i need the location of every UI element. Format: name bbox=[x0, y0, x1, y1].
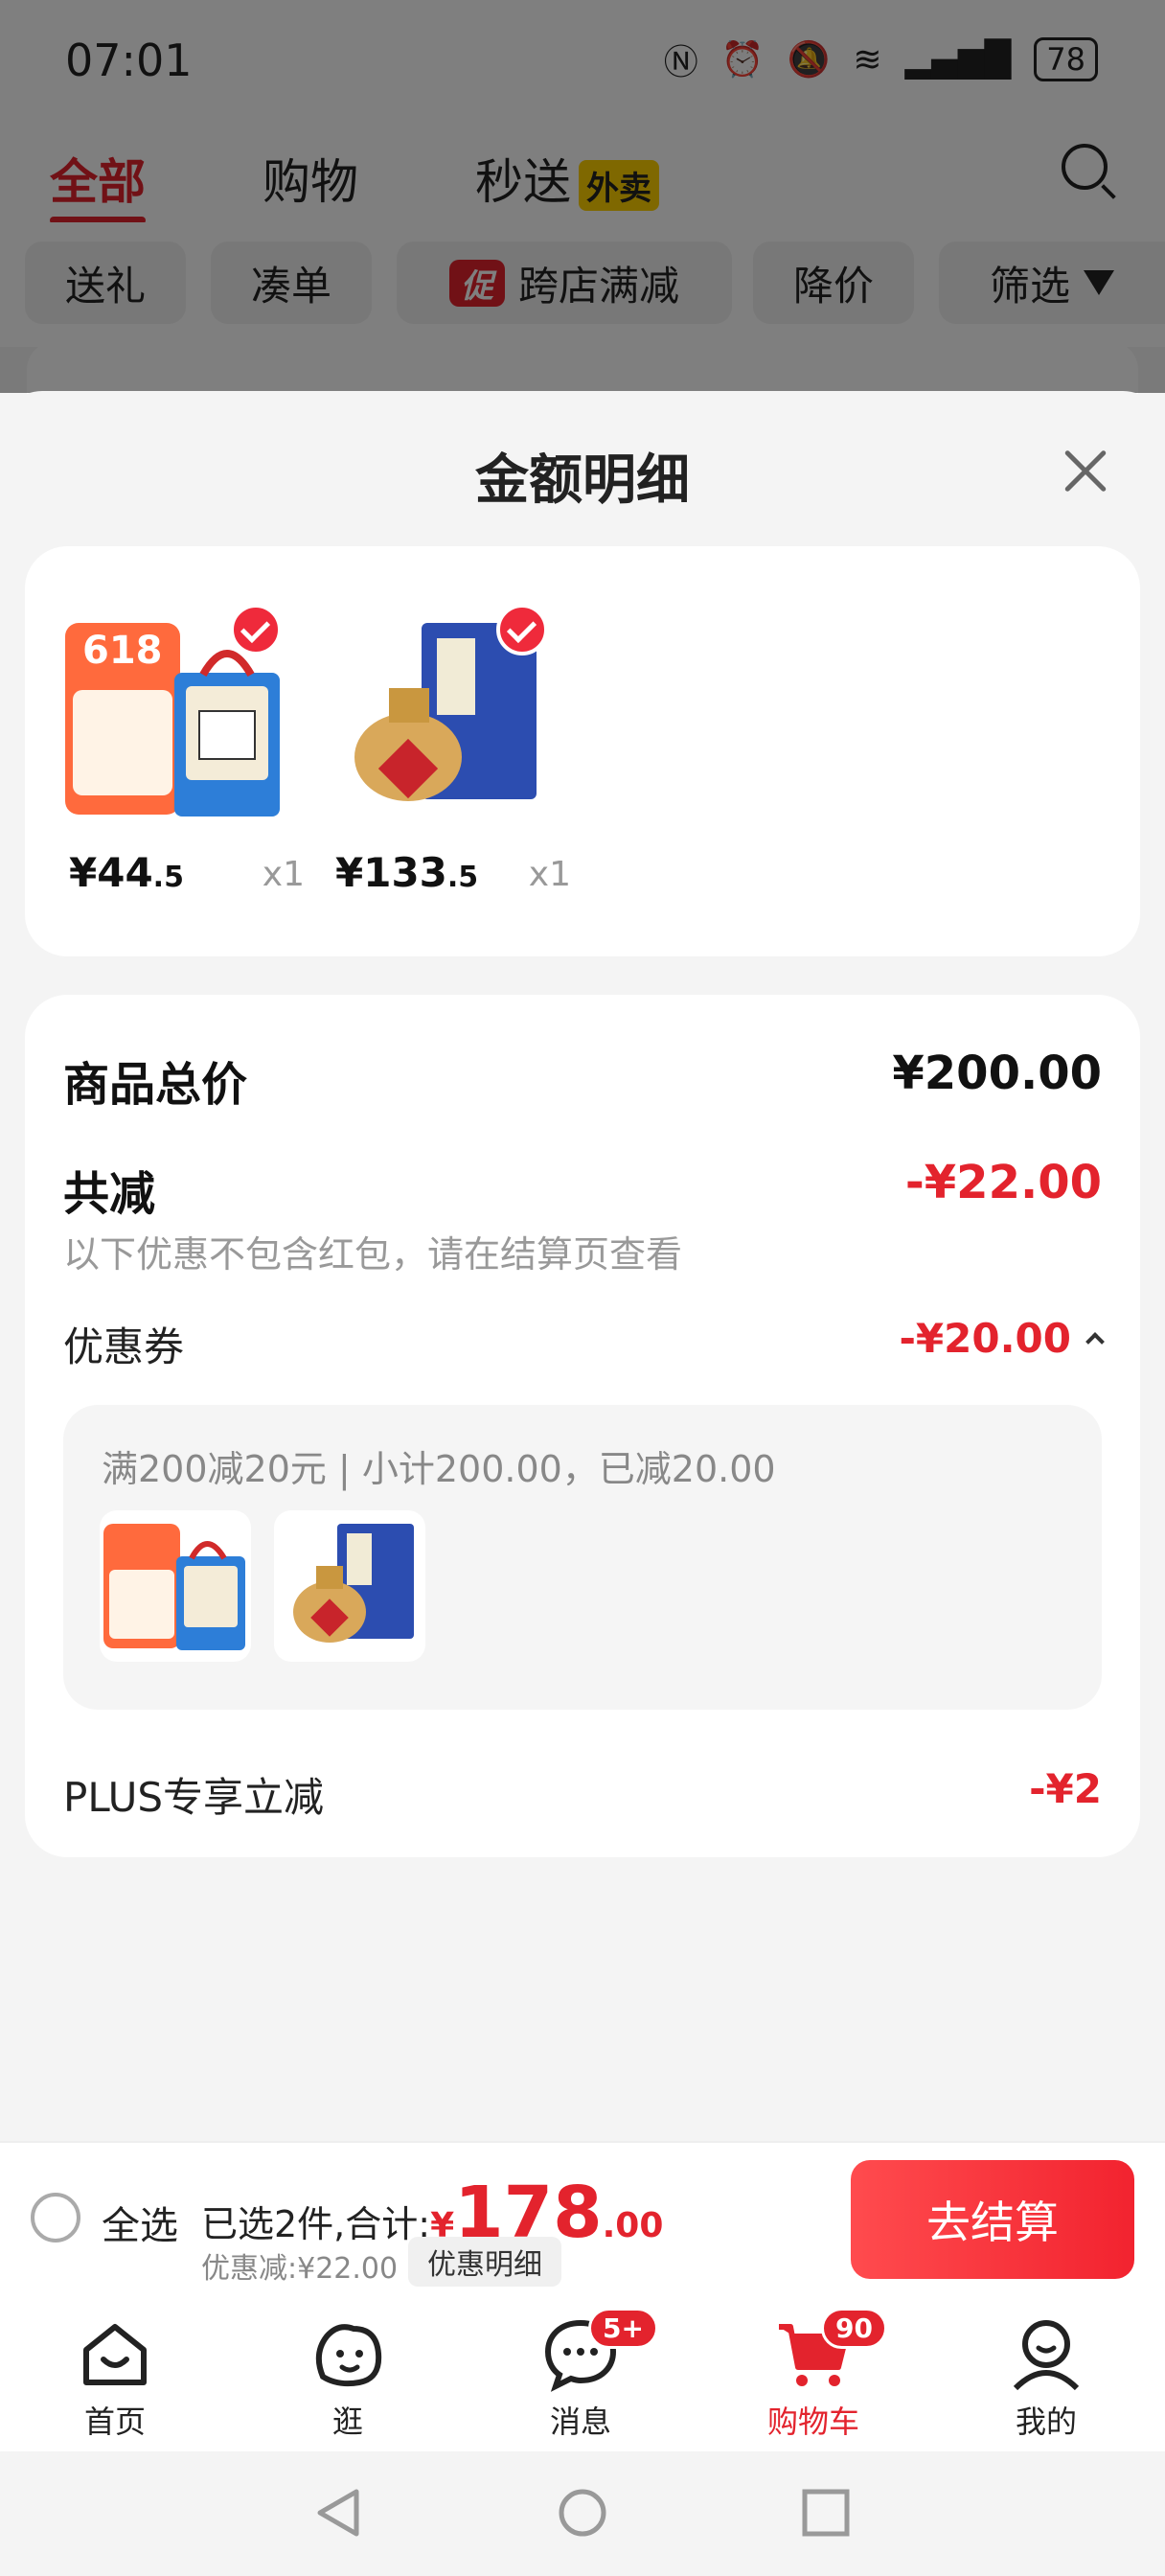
nav-messages[interactable]: 5+ 消息 bbox=[509, 2308, 658, 2442]
products-card: 618 ¥44.5 x1 ¥133.5 x1 bbox=[25, 546, 1140, 956]
cart-icon: 90 bbox=[775, 2308, 887, 2392]
svg-text:618: 618 bbox=[82, 629, 163, 673]
plus-discount-row: PLUS专享立减 -¥2 bbox=[63, 1765, 1102, 1824]
product-price: ¥133.5 bbox=[335, 849, 479, 896]
chevron-up-icon bbox=[1085, 1331, 1105, 1351]
total-reduce-label: 共减 bbox=[63, 1167, 156, 1221]
back-icon[interactable] bbox=[317, 2489, 359, 2537]
goods-total-label: 商品总价 bbox=[63, 1058, 248, 1112]
product-image-liquor bbox=[326, 604, 556, 824]
select-all-label[interactable]: 全选 bbox=[102, 2195, 178, 2250]
product-qty: x1 bbox=[262, 855, 305, 894]
goods-total-row: 商品总价 ¥200.00 bbox=[63, 1046, 1102, 1114]
browse-icon bbox=[309, 2315, 386, 2392]
amount-detail-sheet: 金额明细 618 ¥44.5 x1 ¥133.5 x1 商品总价 ¥200.00… bbox=[0, 391, 1165, 2141]
product-item[interactable]: ¥133.5 x1 bbox=[326, 604, 571, 896]
discount-detail-button[interactable]: 优惠明细 bbox=[408, 2237, 561, 2287]
coupon-product-thumb bbox=[100, 1510, 251, 1662]
close-icon[interactable] bbox=[1054, 441, 1115, 502]
total-reduce-value: -¥22.00 bbox=[904, 1156, 1102, 1209]
product-price: ¥44.5 bbox=[69, 849, 184, 896]
coupon-product-thumb bbox=[274, 1510, 425, 1662]
plus-discount-value: -¥2 bbox=[1029, 1765, 1102, 1812]
cart-badge: 90 bbox=[821, 2308, 887, 2349]
nav-mine[interactable]: 我的 bbox=[974, 2315, 1118, 2442]
coupon-row[interactable]: 优惠券 -¥20.00 bbox=[63, 1315, 1105, 1373]
recents-icon[interactable] bbox=[802, 2489, 850, 2537]
coupon-value: -¥20.00 bbox=[899, 1315, 1105, 1362]
coupon-detail-box: 满200减20元 | 小计200.00，已减20.00 bbox=[63, 1405, 1102, 1710]
message-icon: 5+ bbox=[542, 2308, 658, 2392]
nav-cart[interactable]: 90 购物车 bbox=[742, 2308, 887, 2442]
messages-badge: 5+ bbox=[588, 2308, 658, 2349]
total-reduce-row: 共减 -¥22.00 bbox=[63, 1156, 1102, 1223]
price-summary-card: 商品总价 ¥200.00 共减 -¥22.00 以下优惠不包含红包，请在结算页查… bbox=[25, 995, 1140, 1857]
plus-discount-label: PLUS专享立减 bbox=[63, 1774, 325, 1821]
nav-browse[interactable]: 逛 bbox=[276, 2315, 420, 2442]
nav-home[interactable]: 首页 bbox=[43, 2315, 187, 2442]
sheet-title: 金额明细 bbox=[475, 449, 690, 512]
coupon-label: 优惠券 bbox=[63, 1323, 185, 1370]
modal-backdrop[interactable] bbox=[0, 0, 1165, 393]
product-qty: x1 bbox=[528, 855, 571, 894]
selected-check-icon[interactable] bbox=[230, 604, 282, 656]
profile-icon bbox=[1008, 2315, 1085, 2392]
discount-note: 优惠减:¥22.00 bbox=[201, 2252, 399, 2286]
coupon-detail-text: 满200减20元 | 小计200.00，已减20.00 bbox=[102, 1448, 776, 1490]
product-item[interactable]: 618 ¥44.5 x1 bbox=[59, 604, 305, 896]
home-icon bbox=[77, 2315, 153, 2392]
goods-total-value: ¥200.00 bbox=[892, 1046, 1102, 1100]
checkout-button[interactable]: 去结算 bbox=[851, 2160, 1134, 2279]
home-circle-icon[interactable] bbox=[559, 2489, 606, 2537]
system-nav-bar bbox=[0, 2451, 1165, 2576]
product-image-gift-bag: 618 bbox=[59, 604, 289, 824]
selected-check-icon[interactable] bbox=[496, 604, 548, 656]
checkout-bar: 全选 已选2件,合计:¥178.00 优惠减:¥22.00 优惠明细 去结算 bbox=[0, 2141, 1165, 2294]
reduce-note: 以下优惠不包含红包，请在结算页查看 bbox=[63, 1233, 683, 1276]
select-all-checkbox[interactable] bbox=[31, 2193, 80, 2242]
bottom-nav: 首页 逛 5+ 消息 90 购物车 我的 bbox=[0, 2294, 1165, 2451]
